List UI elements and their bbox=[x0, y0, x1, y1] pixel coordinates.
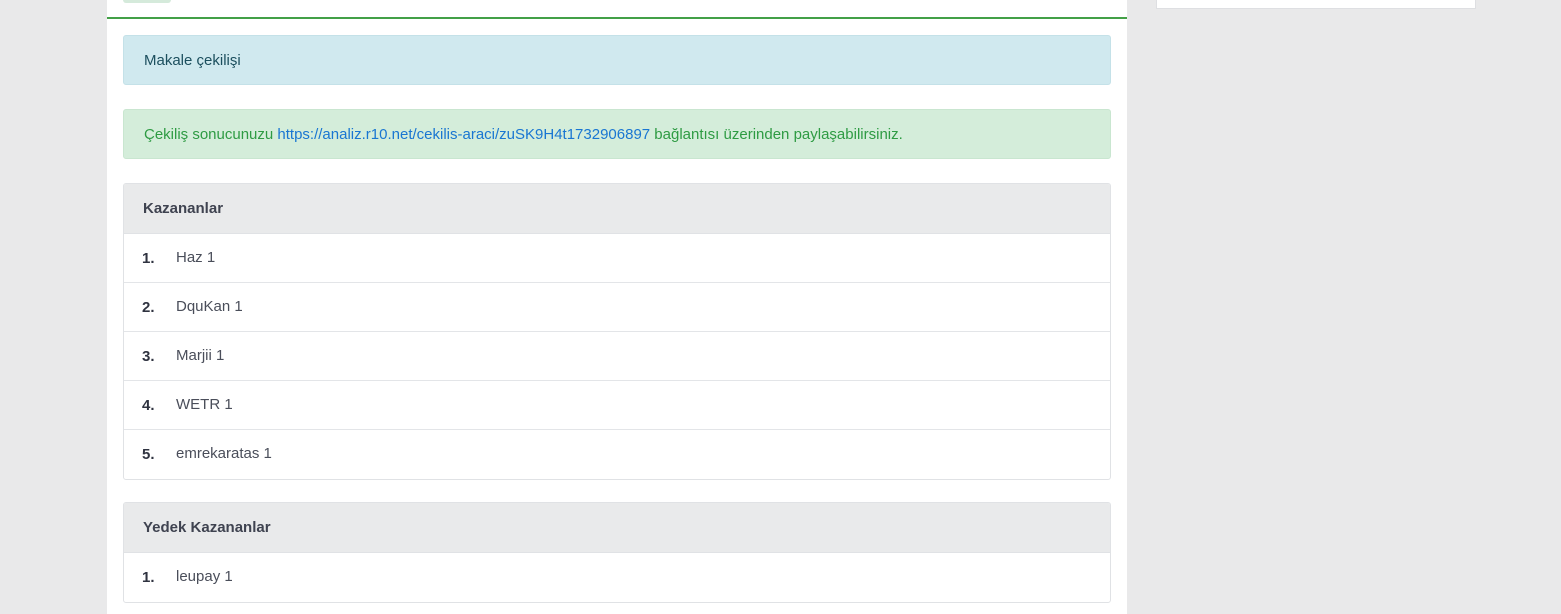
winner-row: 4. WETR 1 bbox=[124, 381, 1110, 430]
header-divider bbox=[107, 17, 1127, 19]
share-result-alert: Çekiliş sonucunuzu https://analiz.r10.ne… bbox=[123, 109, 1111, 159]
share-prefix-text: Çekiliş sonucunuzu bbox=[144, 126, 278, 143]
share-suffix-text: bağlantısı üzerinden paylaşabilirsiniz. bbox=[650, 126, 903, 143]
backup-winner-name: leupay 1 bbox=[176, 568, 233, 585]
winner-name: Marjii 1 bbox=[176, 347, 225, 364]
winner-rank: 2. bbox=[142, 299, 155, 316]
winner-rank: 4. bbox=[142, 397, 155, 414]
winner-row: 5. emrekaratas 1 bbox=[124, 430, 1110, 479]
backup-winners-header: Yedek Kazananlar bbox=[124, 503, 1110, 553]
raffle-title-text: Makale çekilişi bbox=[144, 52, 241, 69]
winner-name: DquKan 1 bbox=[176, 298, 243, 315]
raffle-title-alert: Makale çekilişi bbox=[123, 35, 1111, 85]
backup-winner-rank: 1. bbox=[142, 569, 155, 586]
winner-rank: 1. bbox=[142, 250, 155, 267]
winners-header: Kazananlar bbox=[124, 184, 1110, 234]
share-result-link[interactable]: https://analiz.r10.net/cekilis-araci/zuS… bbox=[277, 126, 650, 143]
winner-name: emrekaratas 1 bbox=[176, 445, 272, 462]
top-tab-stub[interactable] bbox=[123, 0, 171, 3]
backup-winners-card: Yedek Kazananlar 1. leupay 1 bbox=[123, 502, 1111, 603]
backup-winner-row: 1. leupay 1 bbox=[124, 553, 1110, 602]
winner-name: Haz 1 bbox=[176, 249, 216, 266]
winner-rank: 3. bbox=[142, 348, 155, 365]
winner-name: WETR 1 bbox=[176, 396, 233, 413]
winner-row: 1. Haz 1 bbox=[124, 234, 1110, 283]
winners-card: Kazananlar 1. Haz 1 2. DquKan 1 3. Marji… bbox=[123, 183, 1111, 480]
winner-row: 2. DquKan 1 bbox=[124, 283, 1110, 332]
main-content-card: Makale çekilişi Çekiliş sonucunuzu https… bbox=[107, 0, 1127, 614]
winner-row: 3. Marjii 1 bbox=[124, 332, 1110, 381]
winner-rank: 5. bbox=[142, 446, 155, 463]
sidebar-card bbox=[1156, 0, 1476, 9]
